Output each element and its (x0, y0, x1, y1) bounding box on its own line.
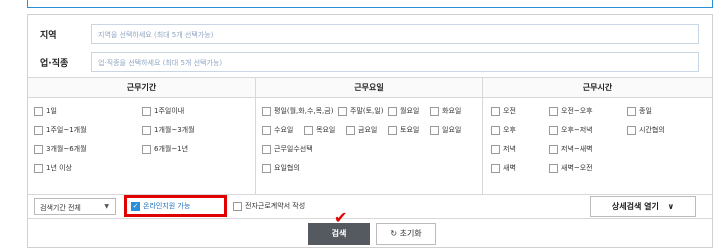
days-option[interactable]: 근무일수선택 (262, 144, 313, 156)
checkbox[interactable] (549, 106, 558, 116)
days-title: 근무요일 (256, 78, 482, 98)
period-column: 근무기간 1일 1주일이내 1주일~1개월 1개월~3개월 3개월~6개월 6개… (28, 78, 255, 194)
condition-columns: 근무기간 1일 1주일이내 1주일~1개월 1개월~3개월 3개월~6개월 6개… (28, 77, 712, 195)
checkbox[interactable] (262, 163, 271, 173)
reset-label: 초기화 (399, 229, 422, 238)
job-label: 업·직종 (40, 59, 69, 69)
job-input[interactable]: 업·직종을 선택하세요 (최대 5개 선택가능) (91, 52, 699, 72)
online-apply-option[interactable]: ✓ 온라인지원 가능 (124, 195, 227, 217)
checkbox[interactable] (142, 106, 151, 116)
checkbox[interactable] (34, 106, 43, 116)
checkbox[interactable] (549, 144, 558, 154)
checkbox[interactable] (549, 125, 558, 135)
checkbox[interactable] (491, 163, 500, 173)
time-option[interactable]: 저녁~새벽 (549, 144, 593, 156)
period-option[interactable]: 1개월~3개월 (142, 125, 195, 137)
checkbox[interactable] (34, 125, 43, 135)
region-input[interactable]: 지역을 선택하세요 (최대 5개 선택가능) (91, 24, 699, 44)
job-row: 업·직종 업·직종을 선택하세요 (최대 5개 선택가능) (28, 47, 712, 77)
time-option[interactable]: 새벽~오전 (549, 163, 593, 175)
checkbox[interactable] (262, 125, 271, 135)
days-column: 근무요일 평일(월,화,수,목,금) 주말(토,일) 월요일 화요일 수요일 목… (255, 78, 482, 194)
checkbox[interactable] (627, 125, 636, 135)
days-option[interactable]: 평일(월,화,수,목,금) (262, 106, 333, 118)
time-option[interactable]: 오후 (491, 125, 516, 137)
checkbox[interactable] (491, 144, 500, 154)
search-period-select[interactable]: 검색기간 전체 ▼ (34, 198, 116, 215)
checkbox[interactable] (262, 106, 271, 116)
checkbox[interactable] (233, 201, 242, 211)
time-title: 근무시간 (483, 78, 712, 98)
filter-row: 검색기간 전체 ▼ ✓ 온라인지원 가능 전자근로계약서 작성 상세검색 열기 ∨ (28, 195, 712, 218)
period-option[interactable]: 1주일~1개월 (34, 125, 87, 137)
time-option[interactable]: 종일 (627, 106, 652, 118)
period-option[interactable]: 1주일이내 (142, 106, 184, 118)
reset-button[interactable]: ↻ 초기화 (376, 223, 436, 245)
period-option[interactable]: 1일 (34, 106, 57, 118)
checkbox[interactable] (388, 106, 397, 116)
chevron-down-icon: ∨ (667, 202, 675, 211)
days-option[interactable]: 금요일 (346, 125, 377, 137)
days-option[interactable]: 일요일 (430, 125, 461, 137)
days-option[interactable]: 요일협의 (262, 163, 300, 175)
period-option[interactable]: 6개월~1년 (142, 144, 188, 156)
refresh-icon: ↻ (390, 229, 398, 238)
checkbox[interactable] (491, 125, 500, 135)
days-option[interactable]: 수요일 (262, 125, 293, 137)
checkbox[interactable] (34, 144, 43, 154)
days-option[interactable]: 목요일 (304, 125, 335, 137)
checkbox[interactable] (549, 163, 558, 173)
search-period-value: 검색기간 전체 (40, 204, 81, 212)
dropdown-arrow-icon: ▼ (104, 203, 109, 210)
days-option[interactable]: 월요일 (388, 106, 419, 118)
checkbox[interactable] (142, 125, 151, 135)
checkbox[interactable] (388, 125, 397, 135)
checkbox[interactable] (142, 144, 151, 154)
days-option[interactable]: 토요일 (388, 125, 419, 137)
search-panel: 지역 지역을 선택하세요 (최대 5개 선택가능) 업·직종 업·직종을 선택하… (27, 14, 713, 248)
checkbox[interactable] (338, 106, 347, 116)
period-option[interactable]: 1년 이상 (34, 163, 72, 175)
checkbox[interactable] (262, 144, 271, 154)
time-option[interactable]: 새벽 (491, 163, 516, 175)
checkbox[interactable] (34, 163, 43, 173)
time-option[interactable]: 오전 (491, 106, 516, 118)
checked-checkbox-icon[interactable]: ✓ (131, 201, 140, 211)
e-contract-label: 전자근로계약서 작성 (245, 202, 306, 210)
time-option[interactable]: 저녁 (491, 144, 516, 156)
checkbox[interactable] (304, 125, 313, 135)
checkbox[interactable] (346, 125, 355, 135)
days-option[interactable]: 주말(토,일) (338, 106, 383, 118)
check-annotation-icon: ✔ (334, 208, 348, 227)
region-row: 지역 지역을 선택하세요 (최대 5개 선택가능) (28, 19, 712, 49)
checkbox[interactable] (430, 125, 439, 135)
region-label: 지역 (40, 31, 57, 41)
time-option[interactable]: 오후~저녁 (549, 125, 593, 137)
period-title: 근무기간 (28, 78, 255, 98)
e-contract-option[interactable]: 전자근로계약서 작성 (233, 201, 305, 213)
time-column: 근무시간 오전 오전~오후 종일 오후 오후~저녁 시간협의 저녁 저녁~새벽 … (482, 78, 712, 194)
checkbox[interactable] (491, 106, 500, 116)
period-option[interactable]: 3개월~6개월 (34, 144, 87, 156)
time-option[interactable]: 시간협의 (627, 125, 665, 137)
online-apply-label: 온라인지원 가능 (143, 202, 191, 210)
detail-search-toggle-button[interactable]: 상세검색 열기 ∨ (590, 196, 696, 217)
detail-search-label: 상세검색 열기 (611, 202, 659, 211)
checkbox[interactable] (627, 106, 636, 116)
days-option[interactable]: 화요일 (430, 106, 461, 118)
checkbox[interactable] (430, 106, 439, 116)
action-row: 검색 ✔ ↻ 초기화 (28, 210, 712, 248)
previous-panel-edge (27, 0, 713, 8)
time-option[interactable]: 오전~오후 (549, 106, 593, 118)
